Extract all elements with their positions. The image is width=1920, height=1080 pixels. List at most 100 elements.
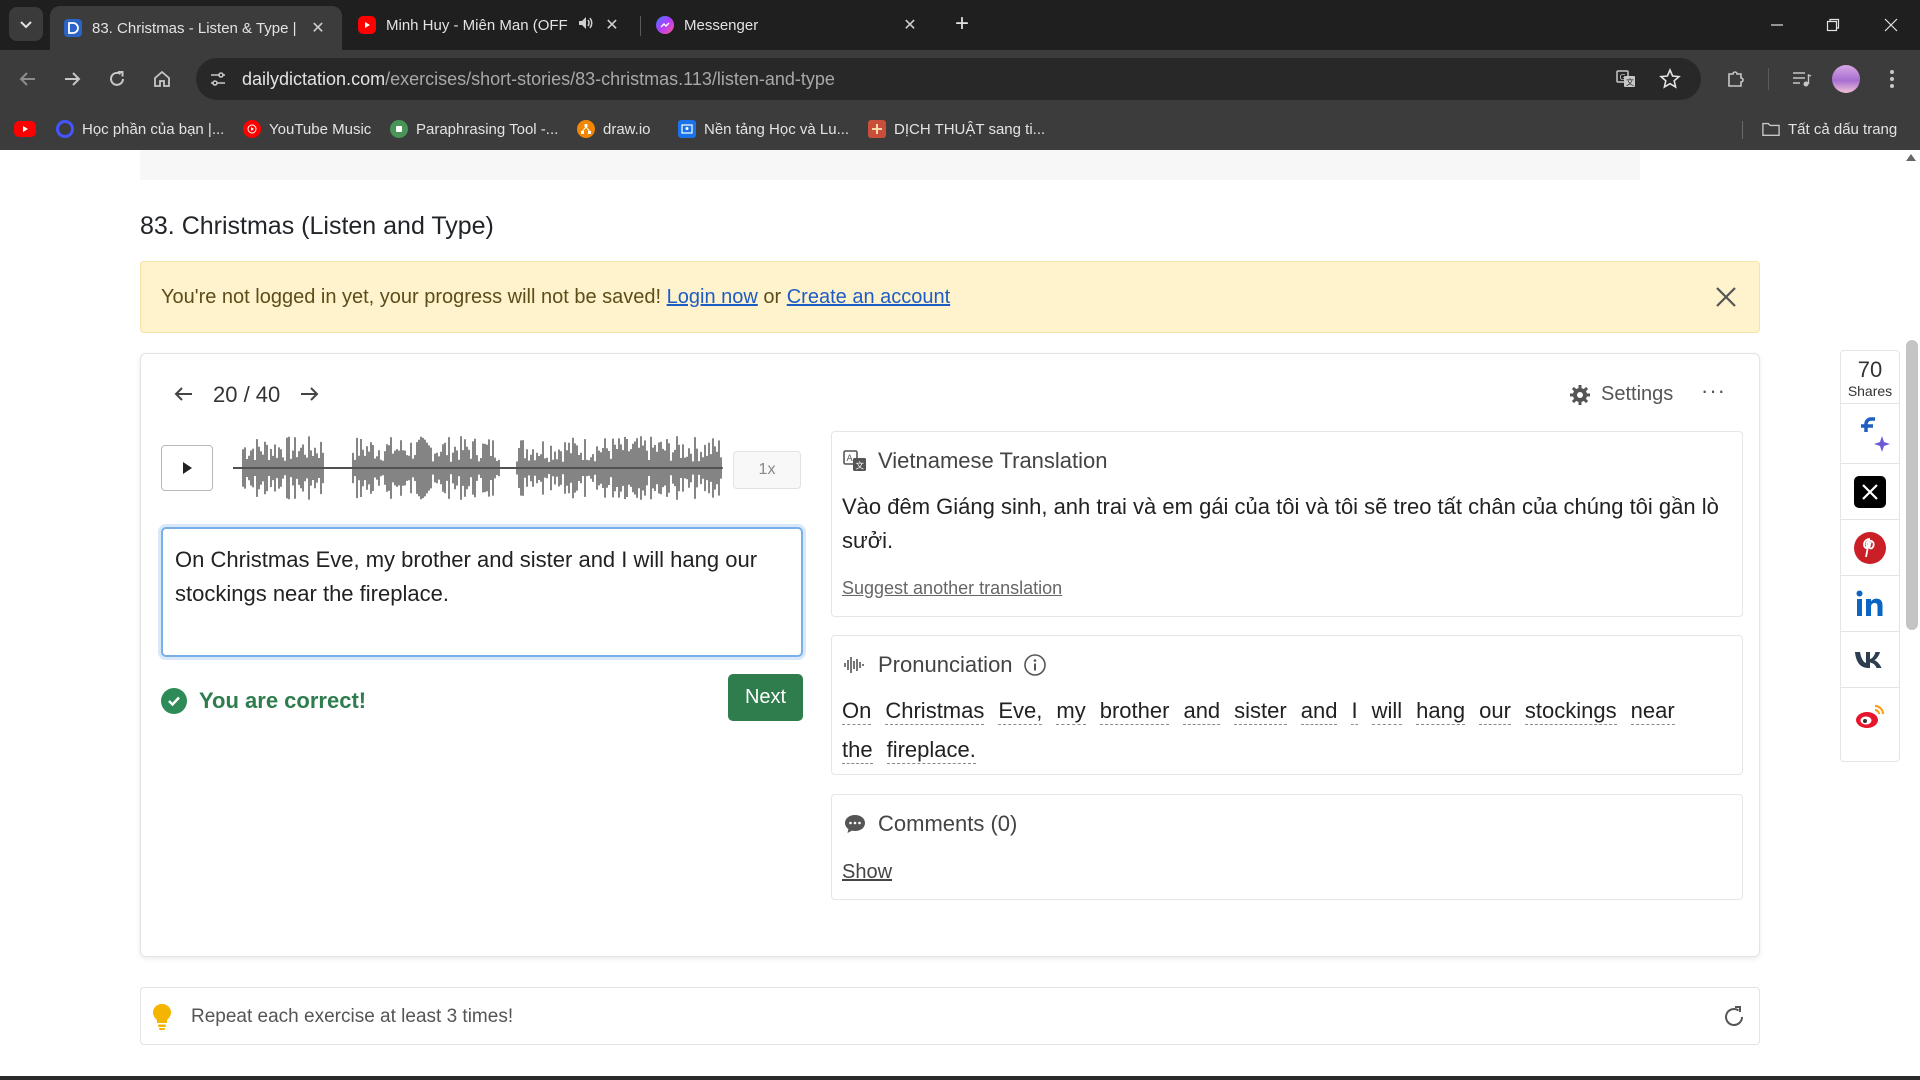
pronunciation-word[interactable]: hang <box>1416 698 1466 725</box>
prev-sentence-button[interactable] <box>169 381 199 409</box>
playback-speed-button[interactable]: 1x <box>733 451 801 489</box>
answer-textarea[interactable]: On Christmas Eve, my brother and sister … <box>161 527 803 657</box>
speaker-icon[interactable] <box>577 14 595 36</box>
comments-heading: Comments (0) <box>842 811 1017 837</box>
drawio-icon <box>577 120 595 138</box>
pronunciation-word[interactable]: our <box>1479 698 1511 725</box>
weibo-share-button[interactable] <box>1841 687 1899 743</box>
pinterest-icon <box>1854 531 1886 564</box>
vk-share-button[interactable] <box>1841 631 1899 687</box>
page-title: 83. Christmas (Listen and Type) <box>140 212 494 240</box>
profile-avatar[interactable] <box>1832 65 1860 93</box>
bookmark-youtube[interactable] <box>14 119 44 139</box>
pinterest-share-button[interactable] <box>1841 519 1899 575</box>
share-count: 70 Shares <box>1841 357 1899 399</box>
play-button[interactable] <box>161 445 213 491</box>
refresh-icon[interactable] <box>1721 1004 1747 1030</box>
minimize-button[interactable] <box>1754 0 1800 50</box>
reload-button[interactable] <box>101 63 133 95</box>
share-sidebar: 70 Shares <box>1840 350 1900 762</box>
check-circle-icon <box>161 688 187 714</box>
svg-text:文: 文 <box>1626 77 1634 87</box>
tab-messenger[interactable]: Messenger ✕ <box>642 7 934 43</box>
close-window-button[interactable] <box>1868 0 1914 50</box>
settings-button[interactable]: Settings <box>1569 383 1673 406</box>
back-button[interactable] <box>12 63 44 95</box>
pronunciation-word[interactable]: and <box>1300 698 1338 725</box>
scroll-up-arrow[interactable] <box>1906 154 1916 161</box>
bookmark-translation[interactable]: DỊCH THUẬT sang ti... <box>868 119 1045 139</box>
arrow-right-icon <box>65 72 81 86</box>
bookmark-youtube-music[interactable]: YouTube Music <box>243 119 371 139</box>
next-sentence-button[interactable] <box>294 381 324 409</box>
login-link[interactable]: Login now <box>667 286 758 308</box>
audio-waveform[interactable] <box>233 429 723 507</box>
pronunciation-word[interactable]: sister <box>1234 698 1287 725</box>
page-scrollbar[interactable] <box>1902 150 1920 1080</box>
next-button[interactable]: Next <box>728 674 803 721</box>
close-icon[interactable]: ✕ <box>308 18 328 38</box>
facebook-share-button[interactable] <box>1841 403 1899 463</box>
tab-search-button[interactable] <box>9 7 43 41</box>
svg-text:文: 文 <box>856 461 865 472</box>
pronunciation-word[interactable]: and <box>1183 698 1221 725</box>
url-host: dailydictation.com <box>242 69 386 89</box>
star-icon[interactable] <box>1658 67 1682 91</box>
pronunciation-word[interactable]: Christmas <box>885 698 985 725</box>
all-bookmarks-label: Tất cả dấu trang <box>1788 120 1898 138</box>
bookmark-paraphrasing-tool[interactable]: Paraphrasing Tool -... <box>390 119 558 139</box>
folder-icon <box>1762 120 1780 138</box>
close-alert-button[interactable] <box>1711 282 1741 312</box>
pronunciation-word[interactable]: my <box>1056 698 1086 725</box>
minimize-icon <box>1771 24 1783 26</box>
translate-icon[interactable]: G文 <box>1614 67 1638 91</box>
pronunciation-word[interactable]: fireplace. <box>886 737 976 764</box>
pronunciation-word[interactable]: near <box>1630 698 1675 725</box>
x-icon <box>1854 475 1886 508</box>
restore-icon <box>1826 18 1840 32</box>
forward-button[interactable] <box>56 63 88 95</box>
pronunciation-word[interactable]: I <box>1351 698 1358 725</box>
quizlet-icon <box>56 120 74 138</box>
x-share-button[interactable] <box>1841 463 1899 519</box>
pronunciation-word[interactable]: will <box>1371 698 1403 725</box>
media-control-icon[interactable] <box>1787 65 1815 93</box>
create-account-link[interactable]: Create an account <box>787 286 950 308</box>
extensions-icon[interactable] <box>1722 65 1750 93</box>
pronunciation-word[interactable]: On <box>842 698 872 725</box>
scrollbar-thumb[interactable] <box>1906 340 1918 630</box>
all-bookmarks-button[interactable]: Tất cả dấu trang <box>1762 119 1897 139</box>
pronunciation-panel: Pronunciation On Christmas Eve, my brother an… <box>831 635 1743 775</box>
bookmark-quizlet[interactable]: Học phần của bạn |... <box>56 119 224 139</box>
share-count-label: Shares <box>1847 383 1893 399</box>
alert-text: You're not logged in yet, your progress … <box>161 286 662 308</box>
reload-icon <box>110 71 124 86</box>
tab-youtube[interactable]: Minh Huy - Miên Man (OFF ✕ <box>344 7 636 43</box>
bookmarks-bar: Học phần của bạn |... YouTube Music Para… <box>0 108 1920 150</box>
new-tab-button[interactable]: + <box>948 10 976 38</box>
site-info-icon[interactable] <box>206 67 230 91</box>
pronunciation-word[interactable]: the <box>842 737 873 764</box>
suggest-translation-link[interactable]: Suggest another translation <box>842 578 1062 599</box>
home-button[interactable] <box>146 63 178 95</box>
bookmark-drawio[interactable]: draw.io <box>577 119 651 139</box>
pronunciation-word[interactable]: Eve, <box>998 698 1043 725</box>
bookmark-learning-platform[interactable]: Nền tảng Học và Lu... <box>678 119 849 139</box>
address-bar[interactable]: dailydictation.com/exercises/short-stori… <box>196 58 1701 100</box>
comments-heading-text: Comments (0) <box>878 811 1018 836</box>
more-options-button[interactable]: ··· <box>1701 378 1726 404</box>
info-icon[interactable] <box>1023 653 1047 677</box>
restore-button[interactable] <box>1810 0 1856 50</box>
tab-dailydictation[interactable]: 83. Christmas - Listen & Type | D ✕ <box>50 6 342 50</box>
menu-kebab-icon[interactable] <box>1878 65 1906 93</box>
pronunciation-word[interactable]: brother <box>1099 698 1170 725</box>
translation-panel: A文 Vietnamese Translation Vào đêm Giáng … <box>831 431 1743 617</box>
linkedin-share-button[interactable] <box>1841 575 1899 631</box>
show-comments-link[interactable]: Show <box>842 861 892 884</box>
waveform-path <box>233 436 723 500</box>
url-path: /exercises/short-stories/83-christmas.11… <box>385 69 835 89</box>
pronunciation-word[interactable]: stockings <box>1524 698 1617 725</box>
close-icon[interactable]: ✕ <box>900 15 920 35</box>
classroom-icon <box>678 120 696 138</box>
close-icon[interactable]: ✕ <box>602 15 622 35</box>
